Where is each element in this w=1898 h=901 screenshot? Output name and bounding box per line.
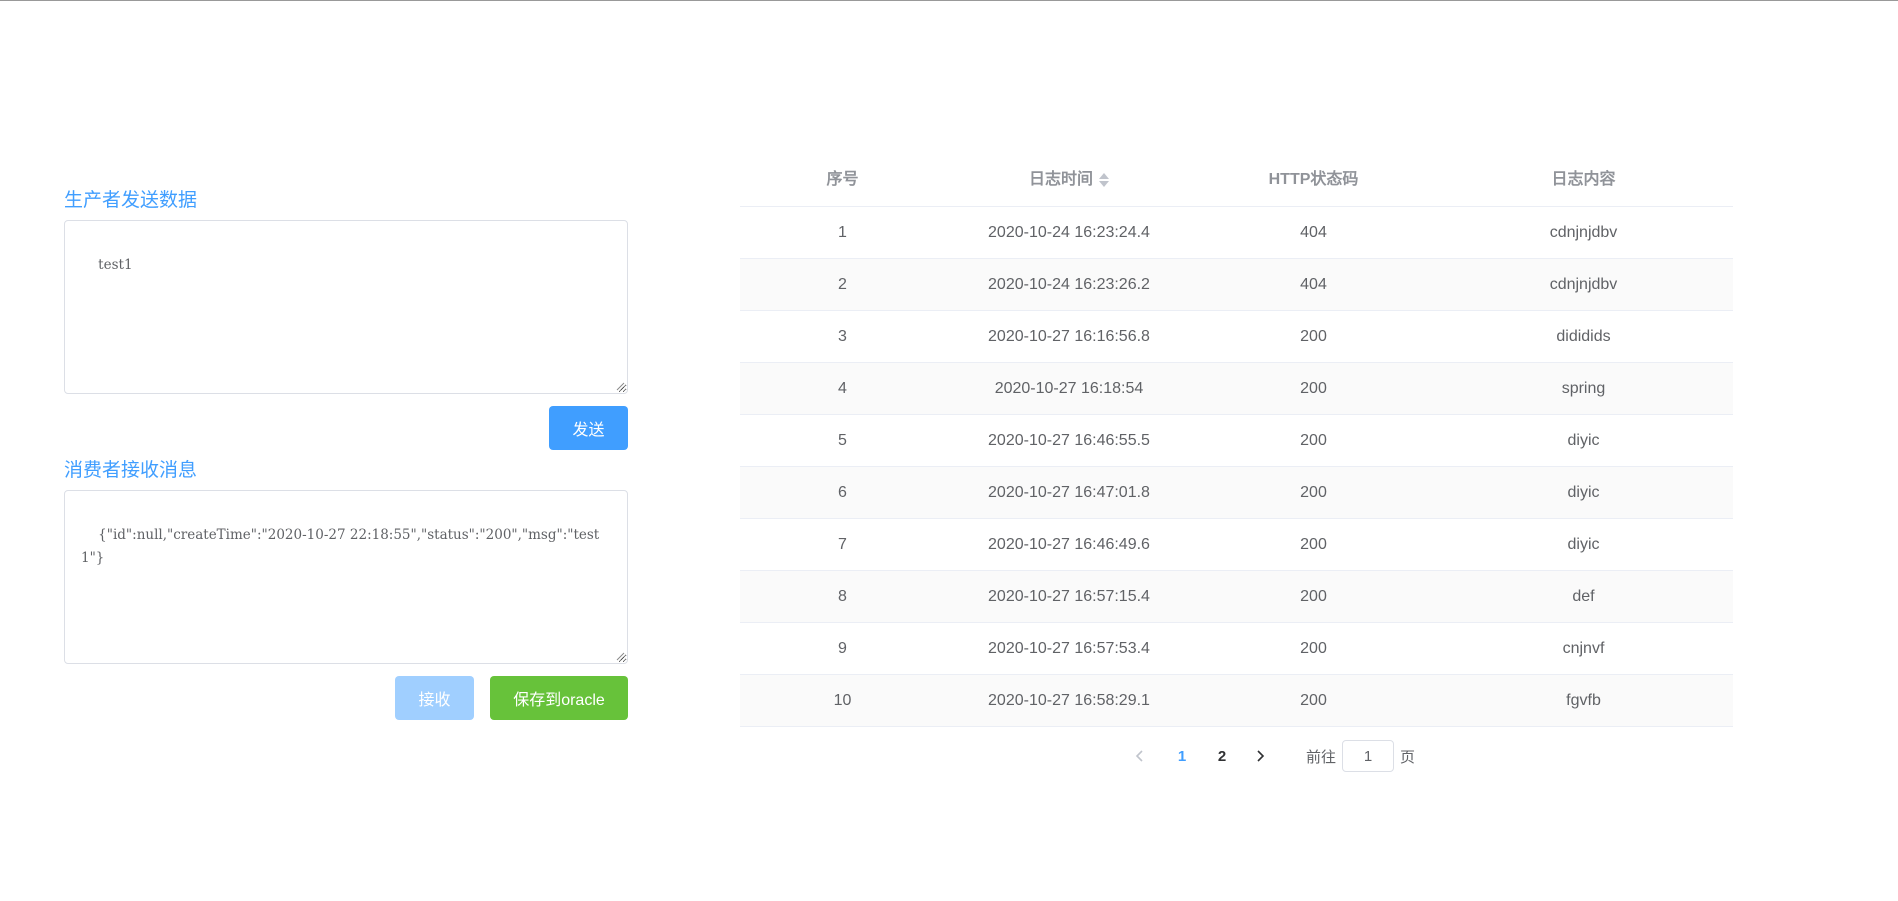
table-row: 1 2020-10-24 16:23:24.4 404 cdnjnjdbv <box>740 206 1733 259</box>
chevron-left-icon <box>1135 750 1143 762</box>
cell-index: 6 <box>740 466 945 519</box>
cell-http-status: 404 <box>1193 258 1434 311</box>
cell-http-status: 200 <box>1193 622 1434 675</box>
header-index: 序号 <box>740 148 945 207</box>
producer-textarea[interactable]: test1 <box>64 220 628 394</box>
cell-http-status: 200 <box>1193 362 1434 415</box>
receive-button[interactable]: 接收 <box>395 676 474 720</box>
consumer-actions: 接收 保存到oracle <box>64 676 628 720</box>
cell-log-content: diyic <box>1434 518 1733 571</box>
cell-log-content: cdnjnjdbv <box>1434 206 1733 259</box>
cell-http-status: 200 <box>1193 466 1434 519</box>
producer-text: test1 <box>98 257 133 273</box>
resize-grip-icon[interactable] <box>615 381 625 391</box>
cell-log-time: 2020-10-27 16:58:29.1 <box>945 674 1193 727</box>
cell-index: 2 <box>740 258 945 311</box>
cell-http-status: 200 <box>1193 414 1434 467</box>
consumer-title: 消费者接收消息 <box>64 460 198 481</box>
cell-log-time: 2020-10-27 16:18:54 <box>945 362 1193 415</box>
cell-log-content: fgvfb <box>1434 674 1733 727</box>
cell-index: 7 <box>740 518 945 571</box>
cell-index: 8 <box>740 570 945 623</box>
producer-title: 生产者发送数据 <box>64 190 198 211</box>
log-table-container: 序号 日志时间 HTTP状态码 日志内容 1 2020-10-24 16:23:2… <box>740 148 1733 727</box>
consumer-text: {"id":null,"createTime":"2020-10-27 22:1… <box>81 527 600 566</box>
cell-http-status: 200 <box>1193 518 1434 571</box>
cell-index: 4 <box>740 362 945 415</box>
left-panel: 生产者发送数据 test1 发送 消费者接收消息 {"id":null,"cre… <box>64 186 628 720</box>
resize-grip-icon[interactable] <box>615 651 625 661</box>
goto-suffix: 页 <box>1400 748 1416 766</box>
consumer-textarea[interactable]: {"id":null,"createTime":"2020-10-27 22:1… <box>64 490 628 664</box>
header-log-time[interactable]: 日志时间 <box>945 148 1193 207</box>
goto-prefix: 前往 <box>1306 748 1337 766</box>
top-border <box>0 0 1898 1</box>
cell-log-time: 2020-10-24 16:23:24.4 <box>945 206 1193 259</box>
next-page-button[interactable] <box>1244 740 1276 772</box>
cell-log-time: 2020-10-27 16:46:55.5 <box>945 414 1193 467</box>
cell-log-content: def <box>1434 570 1733 623</box>
pagination: 1 2 前往 页 <box>1124 740 1415 772</box>
cell-http-status: 200 <box>1193 570 1434 623</box>
header-http-status: HTTP状态码 <box>1193 148 1434 207</box>
header-log-content: 日志内容 <box>1434 148 1733 207</box>
cell-index: 1 <box>740 206 945 259</box>
table-row: 2 2020-10-24 16:23:26.2 404 cdnjnjdbv <box>740 258 1733 311</box>
cell-log-time: 2020-10-27 16:47:01.8 <box>945 466 1193 519</box>
producer-actions: 发送 <box>64 406 628 450</box>
cell-log-content: diyic <box>1434 466 1733 519</box>
table-row: 6 2020-10-27 16:47:01.8 200 diyic <box>740 466 1733 519</box>
cell-log-content: cnjnvf <box>1434 622 1733 675</box>
cell-http-status: 200 <box>1193 674 1434 727</box>
page-jumper: 前往 页 <box>1306 740 1415 772</box>
page-1[interactable]: 1 <box>1164 740 1200 772</box>
cell-log-content: cdnjnjdbv <box>1434 258 1733 311</box>
goto-page-input[interactable] <box>1342 740 1395 772</box>
page-2[interactable]: 2 <box>1204 740 1240 772</box>
cell-index: 10 <box>740 674 945 727</box>
cell-log-content: diyic <box>1434 414 1733 467</box>
cell-log-content: spring <box>1434 362 1733 415</box>
table-row: 5 2020-10-27 16:46:55.5 200 diyic <box>740 414 1733 467</box>
table-row: 4 2020-10-27 16:18:54 200 spring <box>740 362 1733 415</box>
cell-log-time: 2020-10-24 16:23:26.2 <box>945 258 1193 311</box>
chevron-right-icon <box>1257 750 1265 762</box>
cell-log-time: 2020-10-27 16:46:49.6 <box>945 518 1193 571</box>
log-table: 序号 日志时间 HTTP状态码 日志内容 1 2020-10-24 16:23:2… <box>740 148 1733 727</box>
cell-index: 3 <box>740 310 945 363</box>
sort-caret-icon[interactable] <box>1099 172 1109 188</box>
table-row: 8 2020-10-27 16:57:15.4 200 def <box>740 570 1733 623</box>
cell-index: 9 <box>740 622 945 675</box>
cell-log-time: 2020-10-27 16:57:53.4 <box>945 622 1193 675</box>
table-row: 9 2020-10-27 16:57:53.4 200 cnjnvf <box>740 622 1733 675</box>
cell-log-content: dididids <box>1434 310 1733 363</box>
cell-http-status: 404 <box>1193 206 1434 259</box>
table-row: 3 2020-10-27 16:16:56.8 200 dididids <box>740 310 1733 363</box>
table-row: 10 2020-10-27 16:58:29.1 200 fgvfb <box>740 674 1733 727</box>
send-button[interactable]: 发送 <box>549 406 628 450</box>
cell-http-status: 200 <box>1193 310 1434 363</box>
table-row: 7 2020-10-27 16:46:49.6 200 diyic <box>740 518 1733 571</box>
cell-log-time: 2020-10-27 16:16:56.8 <box>945 310 1193 363</box>
cell-index: 5 <box>740 414 945 467</box>
prev-page-button[interactable] <box>1124 740 1156 772</box>
cell-log-time: 2020-10-27 16:57:15.4 <box>945 570 1193 623</box>
save-to-oracle-button[interactable]: 保存到oracle <box>490 676 628 720</box>
table-header-row: 序号 日志时间 HTTP状态码 日志内容 <box>740 148 1733 207</box>
